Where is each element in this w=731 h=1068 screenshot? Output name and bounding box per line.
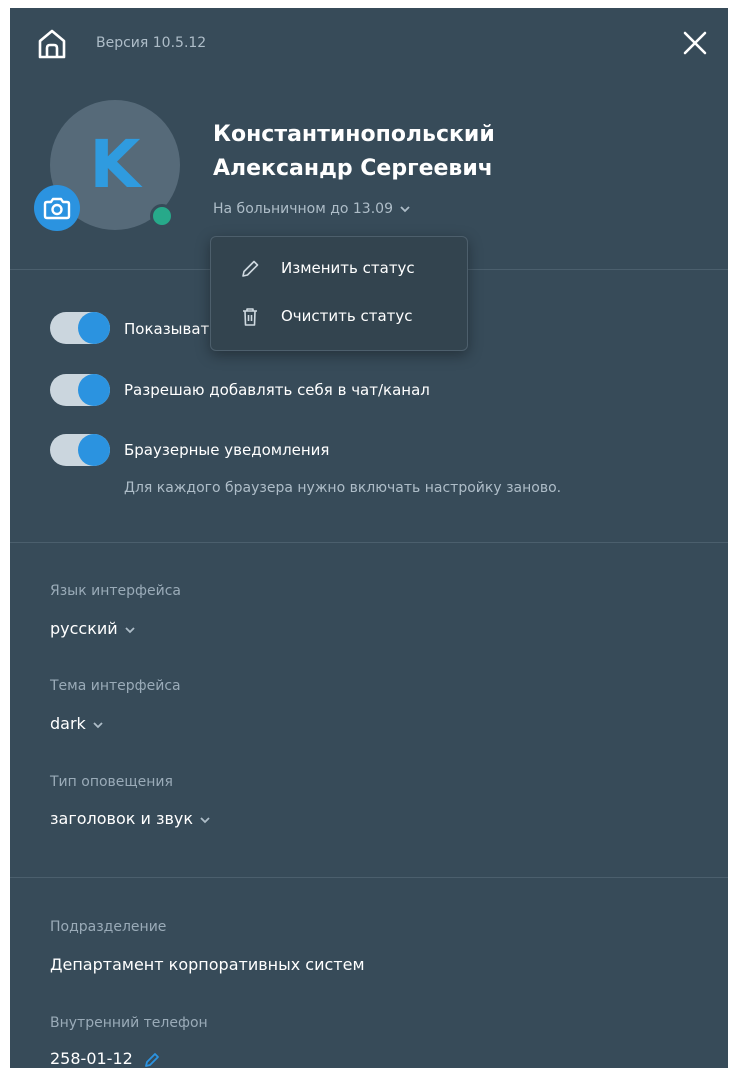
theme-select[interactable]: dark [50,714,104,733]
toggle-knob [78,312,110,344]
toggle-show-label: Показывать [124,320,218,338]
close-button[interactable] [680,28,710,58]
divider [10,877,728,878]
clear-status-menu-item[interactable]: Очистить статус [211,297,467,337]
phone-row: 258-01-12 [50,1049,161,1068]
user-full-name: Константинопольский Александр Сергеевич [213,118,633,186]
toggle-browser-notifications[interactable] [50,434,110,466]
close-icon [680,28,710,58]
edit-phone-button[interactable] [143,1051,161,1068]
status-selector[interactable]: На больничном до 13.09 [213,201,411,217]
change-status-label: Изменить статус [281,259,415,277]
notification-type-select[interactable]: заголовок и звук [50,809,211,828]
online-status-dot [150,204,174,228]
browser-notifications-hint: Для каждого браузера нужно включать наст… [124,480,561,496]
pencil-icon [239,258,261,280]
department-value: Департамент корпоративных систем [50,955,365,974]
language-label: Язык интерфейса [50,583,181,599]
theme-value: dark [50,714,86,733]
toggle-show[interactable] [50,312,110,344]
toggle-allow-add-to-chat-label: Разрешаю добавлять себя в чат/канал [124,381,430,399]
trash-icon [239,306,261,328]
toggle-knob [78,434,110,466]
panel-header: Версия 10.5.12 [10,8,728,78]
clear-status-label: Очистить статус [281,307,413,325]
notification-type-value: заголовок и звук [50,809,193,828]
notification-type-label: Тип оповещения [50,774,173,790]
home-button[interactable] [35,27,69,61]
chevron-down-icon [92,721,104,729]
status-menu: Изменить статус Очистить статус [210,236,468,351]
theme-label: Тема интерфейса [50,678,181,694]
chevron-down-icon [124,626,136,634]
change-photo-button[interactable] [34,185,80,231]
status-text: На больничном до 13.09 [213,201,393,217]
chevron-down-icon [199,816,211,824]
phone-value: 258-01-12 [50,1049,133,1068]
department-label: Подразделение [50,919,166,935]
home-icon [35,27,69,61]
toggle-browser-notifications-label: Браузерные уведомления [124,441,329,459]
version-label: Версия 10.5.12 [96,35,206,51]
language-select[interactable]: русский [50,619,136,638]
chevron-down-icon [399,205,411,213]
profile-panel: Версия 10.5.12 K Константинопольский Але… [10,8,728,1068]
language-value: русский [50,619,118,638]
toggle-allow-add-to-chat[interactable] [50,374,110,406]
phone-label: Внутренний телефон [50,1015,208,1031]
divider [10,542,728,543]
camera-icon [34,185,80,231]
toggle-knob [78,374,110,406]
change-status-menu-item[interactable]: Изменить статус [211,249,467,289]
